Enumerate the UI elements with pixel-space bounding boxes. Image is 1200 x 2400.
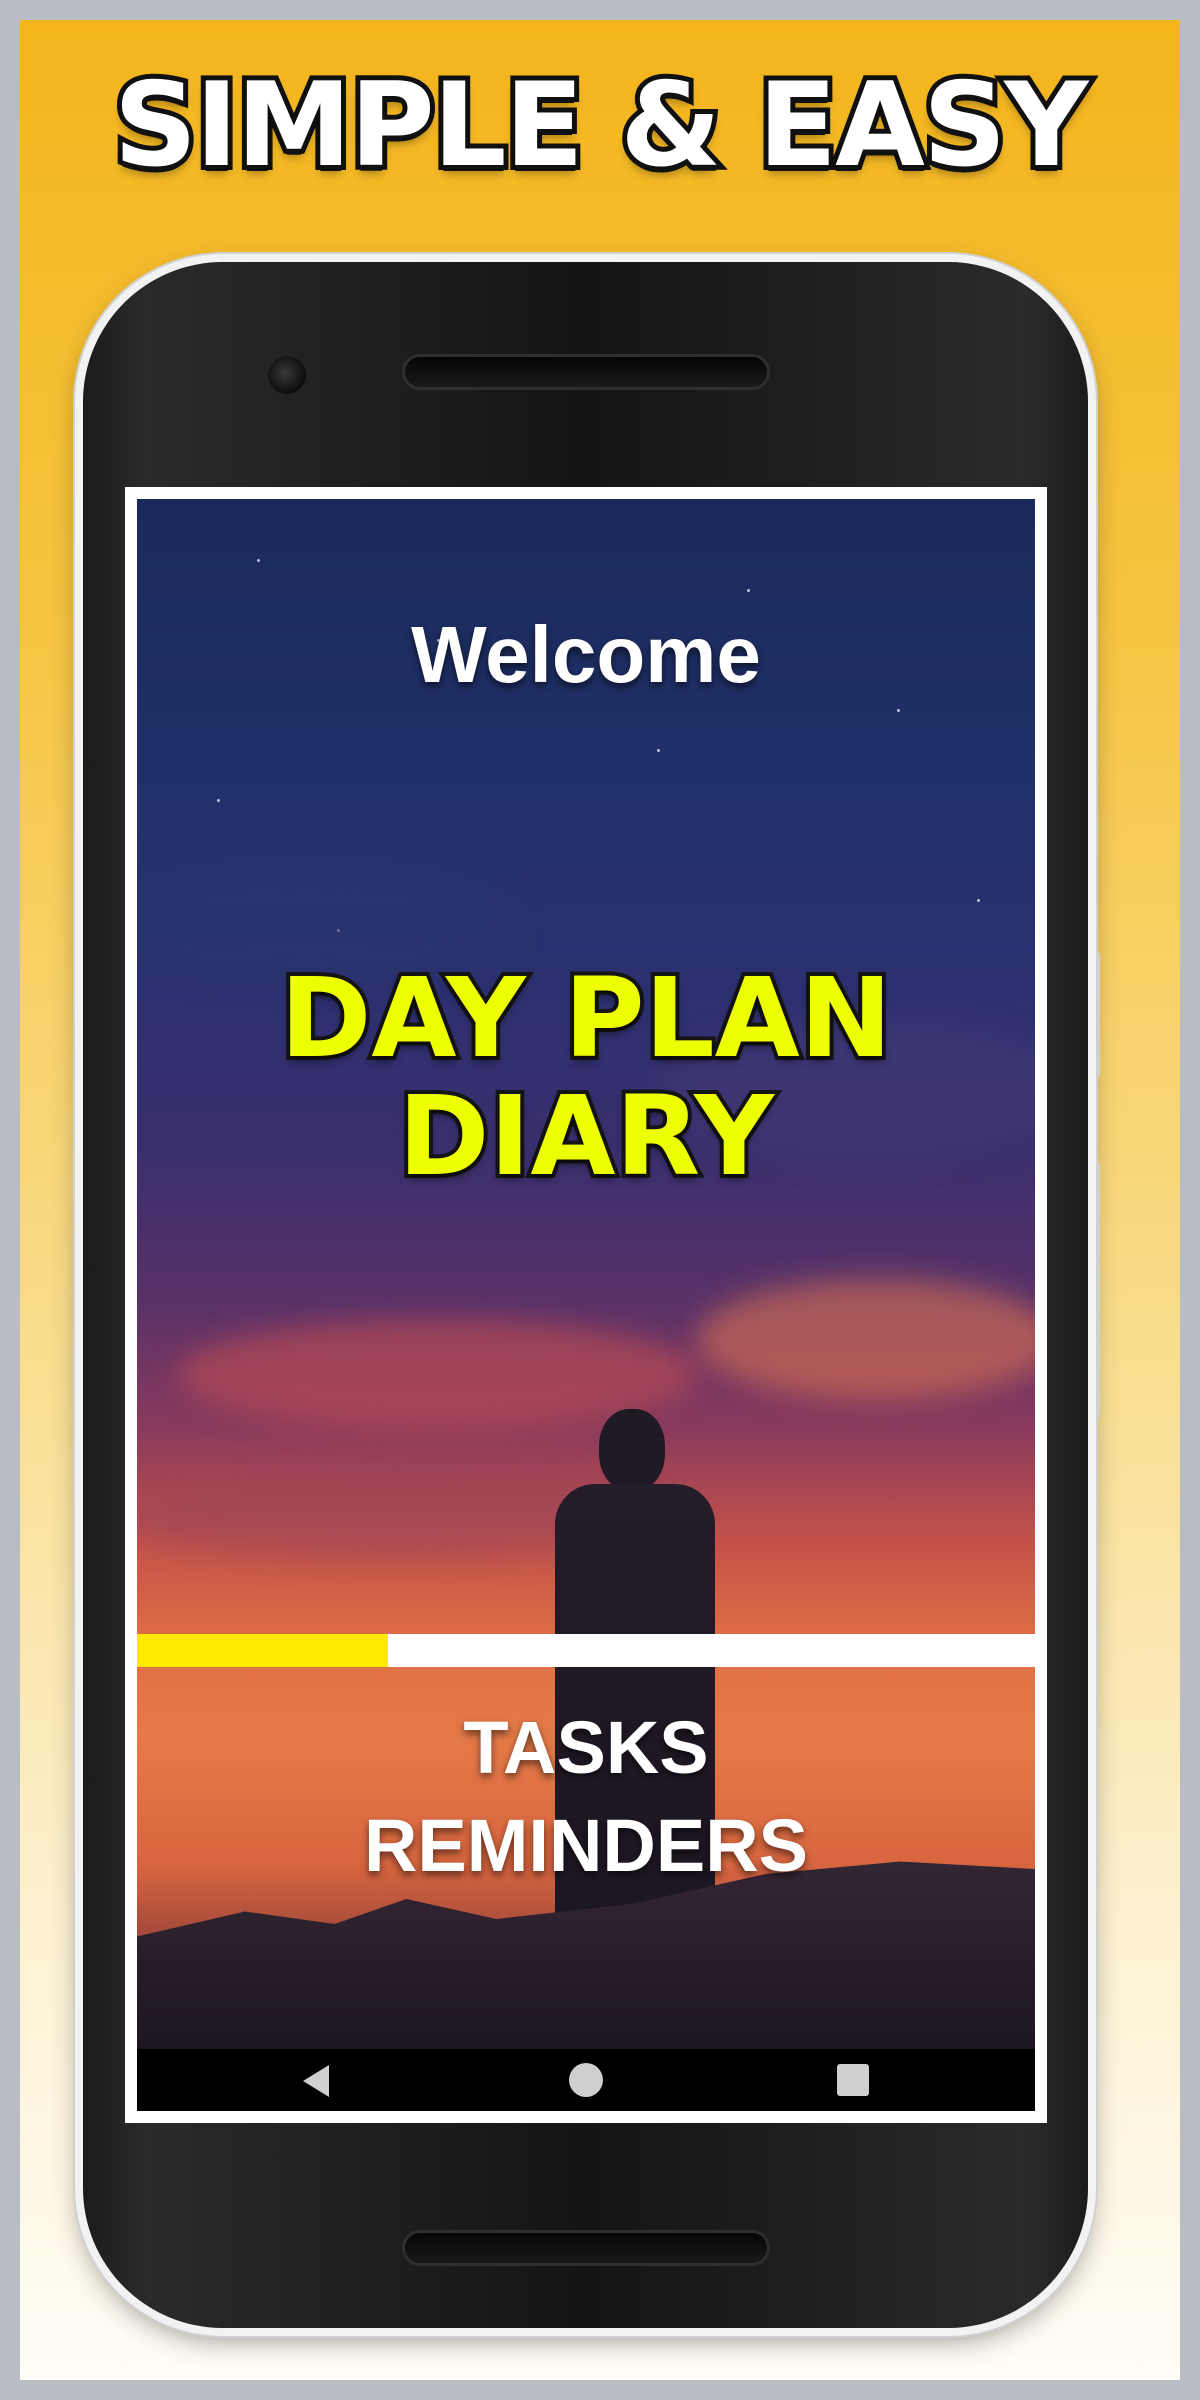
front-camera-icon: [268, 356, 306, 394]
promo-headline: SIMPLE & EASY: [109, 53, 1094, 198]
splash-background: Welcome DAY PLAN DIARY TASKS REMINDERS: [137, 499, 1035, 2049]
navigation-bar: [137, 2049, 1035, 2111]
star: [897, 709, 900, 712]
top-speaker: [405, 357, 767, 387]
star: [657, 749, 660, 752]
silhouette-head: [599, 1409, 665, 1491]
volume-button: [1086, 1160, 1100, 1420]
app-title-line1: DAY PLAN: [276, 954, 896, 1082]
star: [977, 899, 980, 902]
recents-icon[interactable]: [837, 2064, 869, 2096]
loading-progress-bar: [137, 1634, 1035, 1667]
feature-list: TASKS REMINDERS: [137, 1699, 1035, 1895]
star: [217, 799, 220, 802]
feature-reminders: REMINDERS: [363, 1804, 809, 1887]
bottom-speaker: [405, 2233, 767, 2263]
loading-progress-fill: [137, 1634, 389, 1667]
app-title: DAY PLAN DIARY: [137, 954, 1035, 1200]
app-title-line2: DIARY: [394, 1072, 778, 1200]
cloud: [697, 1279, 1035, 1399]
phone-screen: Welcome DAY PLAN DIARY TASKS REMINDERS: [125, 487, 1047, 2123]
star: [257, 559, 260, 562]
back-icon[interactable]: [303, 2065, 329, 2097]
home-icon[interactable]: [569, 2063, 603, 2097]
feature-tasks: TASKS: [463, 1706, 709, 1789]
power-button: [1086, 950, 1100, 1080]
star: [747, 589, 750, 592]
welcome-text: Welcome: [411, 610, 761, 699]
